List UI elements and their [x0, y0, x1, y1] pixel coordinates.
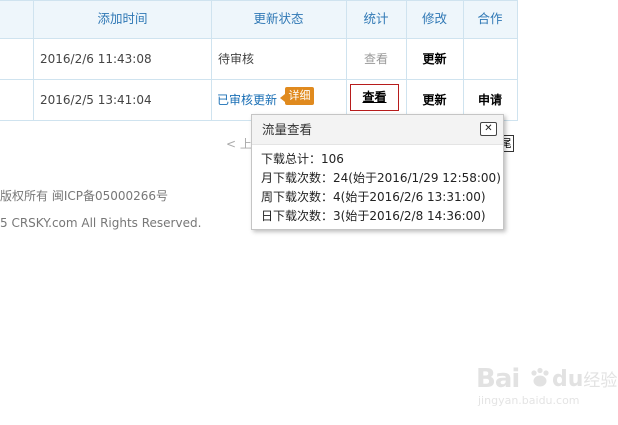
header-modify: 修改 [421, 11, 447, 26]
table-divider [0, 38, 518, 39]
footer-copyright: 5 CRSKY.com All Rights Reserved. [0, 216, 202, 230]
status-cell: 待审核 [218, 52, 255, 66]
popup-title: 流量查看 [262, 122, 313, 137]
view-stats-link[interactable]: 查看 [346, 49, 406, 69]
traffic-popup: 流量查看 ✕ 下载总计：106 月下载次数：24(始于2016/1/29 12:… [251, 114, 504, 230]
weekly-downloads: 周下载次数：4(始于2016/2/6 13:31:00) [261, 190, 486, 204]
added-time-cell: 2016/2/6 11:43:08 [40, 52, 152, 66]
table-border-top [0, 0, 518, 1]
prev-page-link[interactable]: < 上 [226, 134, 252, 154]
footer-icp: 版权所有 闽ICP备05000266号 [0, 189, 169, 203]
view-stats-link[interactable]: 查看 [350, 84, 399, 111]
added-time-cell: 2016/2/5 13:41:04 [40, 93, 152, 107]
table-column-divider [33, 0, 34, 121]
status-link[interactable]: 已审核更新 [217, 90, 277, 110]
header-cooperate: 合作 [477, 11, 503, 26]
table-divider [0, 79, 518, 80]
update-button[interactable]: 更新 [406, 90, 463, 110]
header-update-status: 更新状态 [253, 11, 304, 26]
watermark-site: jingyan.baidu.com [478, 394, 580, 407]
table-border-right [517, 0, 518, 121]
header-added-time: 添加时间 [97, 11, 148, 26]
detail-badge[interactable]: 详细 [280, 87, 314, 105]
monthly-downloads: 月下载次数：24(始于2016/1/29 12:58:00) [261, 171, 501, 185]
header-stats: 统计 [363, 11, 389, 26]
daily-downloads: 日下载次数：3(始于2016/2/8 14:36:00) [261, 209, 486, 223]
close-icon[interactable]: ✕ [480, 122, 497, 136]
watermark-text: du经验 [552, 367, 618, 392]
watermark-text: Bai [476, 364, 520, 394]
table-column-divider [211, 0, 212, 121]
popup-header: 流量查看 ✕ [252, 115, 503, 145]
update-button[interactable]: 更新 [406, 49, 463, 69]
cooperate-cell [463, 49, 517, 69]
apply-cooperate-button[interactable]: 申请 [463, 90, 517, 110]
total-downloads: 下载总计：106 [261, 152, 344, 166]
paw-icon [528, 366, 552, 396]
